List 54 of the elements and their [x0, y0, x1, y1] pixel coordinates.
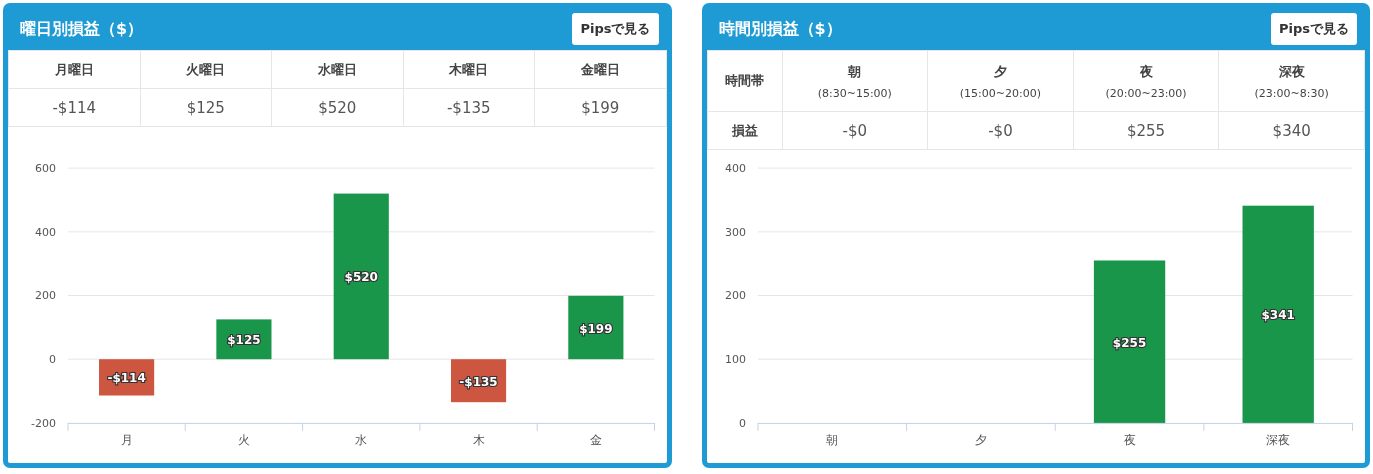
axis-tick-label: -200 [31, 416, 56, 430]
axis-tick-label: 200 [724, 289, 746, 303]
table-cell: -$114 [8, 88, 140, 127]
table-cell: -$0 [927, 111, 1074, 150]
axis-tick-label: 400 [724, 162, 746, 176]
bar-value-label: $199 [579, 321, 613, 336]
column-header-cell: 金曜日 [534, 50, 666, 89]
table-cell: $520 [271, 88, 403, 127]
axis-category-label: 火 [237, 432, 250, 447]
axis-tick-label: 600 [35, 162, 56, 176]
axis-tick-label: 0 [738, 416, 746, 430]
panel-title: 曜日別損益（$） [20, 18, 144, 40]
panel-title: 時間別損益（$） [718, 18, 842, 40]
view-pips-button[interactable]: Pipsで見る [572, 13, 659, 45]
axis-tick-label: 300 [724, 225, 746, 239]
view-pips-button[interactable]: Pipsで見る [1270, 13, 1357, 45]
bar-value-label: $255 [1112, 335, 1146, 350]
table-cell: $199 [534, 88, 666, 127]
bar [216, 319, 272, 360]
axis-tick-label: 0 [48, 353, 56, 367]
axis-category-label: 深夜 [1265, 432, 1290, 447]
axis-category-label: 夜 [1123, 432, 1136, 447]
row-header-cell: 時間帯 [707, 50, 782, 112]
axis-tick-label: 400 [35, 225, 56, 239]
axis-category-label: 金 [589, 432, 602, 447]
row-header-cell: 損益 [707, 111, 782, 150]
bar-value-label: $520 [344, 270, 378, 285]
axis-category-label: 朝 [825, 432, 838, 447]
bar [99, 359, 155, 396]
column-header-cell: 夜 (20:00~23:00) [1073, 50, 1219, 112]
axis-tick-label: 100 [724, 353, 746, 367]
column-header-cell: 月曜日 [8, 50, 140, 89]
column-header-cell: 水曜日 [271, 50, 403, 89]
axis-category-label: 夕 [974, 432, 987, 447]
table-cell: -$135 [403, 88, 535, 127]
axis-category-label: 水 [355, 432, 368, 447]
table-cell: $255 [1073, 111, 1219, 150]
table-cell: $125 [140, 88, 272, 127]
table-cell: -$0 [782, 111, 928, 150]
table-cell: $340 [1218, 111, 1365, 150]
axis-category-label: 月 [120, 432, 133, 447]
axis-tick-label: 200 [35, 289, 56, 303]
bar [568, 295, 624, 360]
bar-value-label: -$135 [459, 374, 498, 389]
column-header-cell: 夕 (15:00~20:00) [927, 50, 1074, 112]
column-header-cell: 朝 (8:30~15:00) [782, 50, 928, 112]
column-header-cell: 深夜 (23:00~8:30) [1218, 50, 1365, 112]
bar [450, 359, 507, 403]
column-header-cell: 木曜日 [403, 50, 535, 89]
column-header-cell: 火曜日 [140, 50, 272, 89]
axis-category-label: 木 [472, 432, 485, 447]
bar-value-label: -$114 [107, 371, 146, 386]
bar-value-label: $125 [227, 333, 261, 348]
bar-value-label: $341 [1261, 308, 1295, 323]
